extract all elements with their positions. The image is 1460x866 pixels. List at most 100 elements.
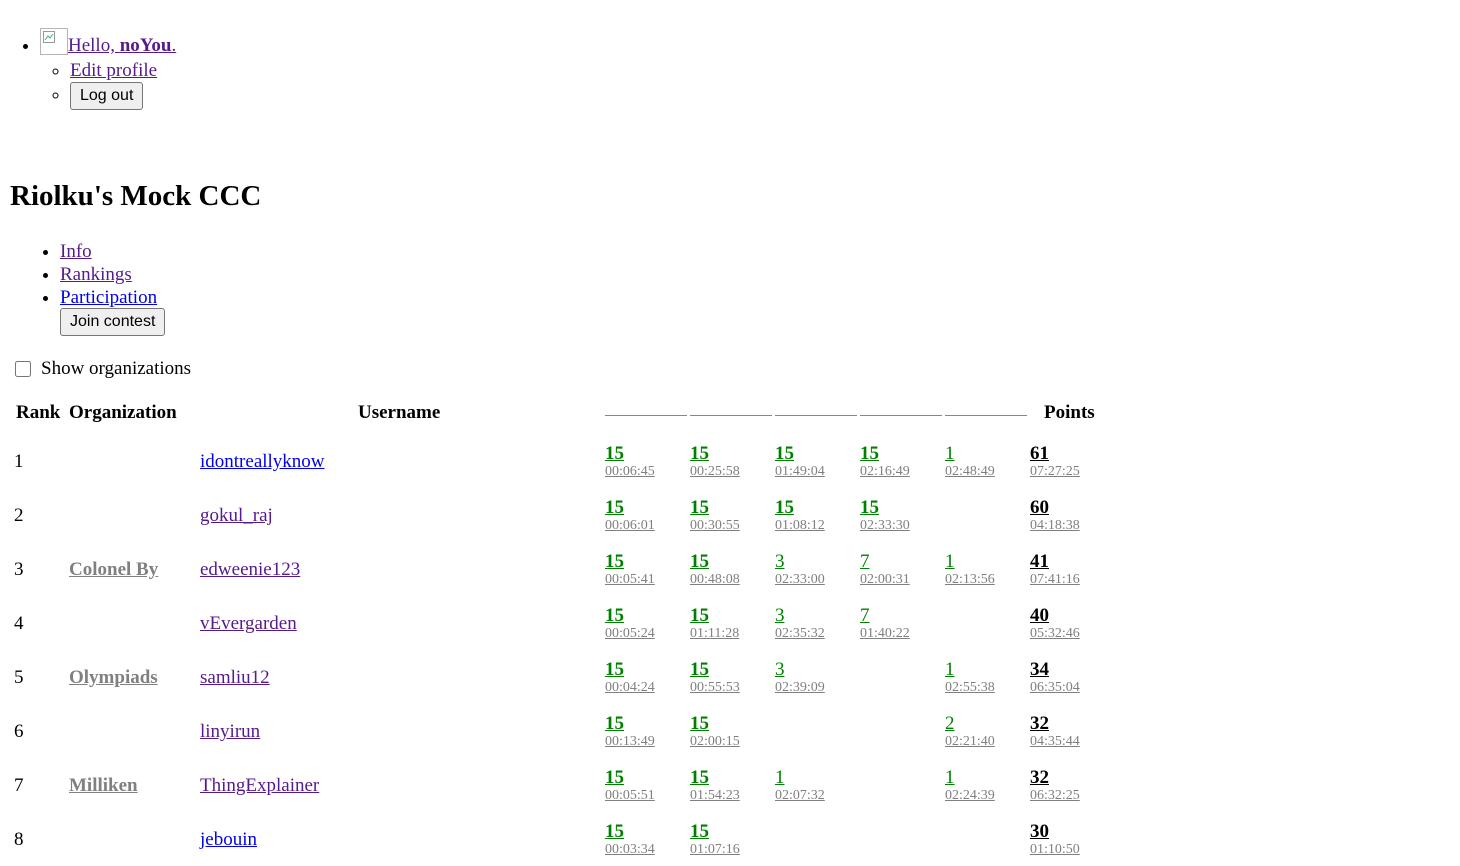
problem-score-cell: 3 02:35:32: [775, 606, 825, 643]
problem-score-link[interactable]: 15: [775, 498, 825, 517]
problem-time: 00:04:24: [605, 680, 655, 695]
problem-time: 00:06:01: [605, 518, 655, 533]
total-points-link[interactable]: 32: [1030, 768, 1080, 787]
problem-score-link[interactable]: 15: [690, 714, 740, 733]
problem-score-link[interactable]: 3: [775, 606, 825, 625]
problem-score-link[interactable]: 15: [605, 444, 655, 463]
problem-score-link[interactable]: 7: [860, 606, 910, 625]
organization-link[interactable]: Colonel By: [69, 559, 158, 581]
problem-score-cell: 15 01:08:12: [775, 498, 825, 535]
problem-score-link[interactable]: 15: [690, 822, 740, 841]
username-link[interactable]: ThingExplainer: [200, 775, 319, 797]
problem-score-cell: 15 02:00:15: [690, 714, 740, 751]
header-organization: Organization: [69, 402, 177, 423]
points-cell: 32 04:35:44: [1030, 714, 1080, 751]
points-cell: 41 07:41:16: [1030, 552, 1080, 589]
problem-score-cell: 15 00:05:41: [605, 552, 655, 589]
problem-time: 02:33:00: [775, 572, 825, 587]
username-link[interactable]: idontreallyknow: [200, 451, 325, 473]
problem-time: 00:05:24: [605, 626, 655, 641]
problem-score-link[interactable]: 15: [690, 552, 740, 571]
problem-time: 02:07:32: [775, 788, 825, 803]
problem-score-link[interactable]: 15: [605, 660, 655, 679]
problem-time: 02:00:15: [690, 734, 740, 749]
total-points-link[interactable]: 41: [1030, 552, 1080, 571]
problem-score-link[interactable]: 3: [775, 552, 825, 571]
problem-score-link[interactable]: 15: [690, 660, 740, 679]
problem-time: 01:11:28: [690, 626, 740, 641]
problem-score-link[interactable]: 15: [775, 444, 825, 463]
problem-score-link[interactable]: 7: [860, 552, 910, 571]
points-cell: 34 06:35:04: [1030, 660, 1080, 697]
total-points-link[interactable]: 61: [1030, 444, 1080, 463]
problem-score-cell: 15 00:48:08: [690, 552, 740, 589]
username-link[interactable]: edweenie123: [200, 559, 300, 581]
problem-header-link[interactable]: [775, 415, 857, 416]
problem-header-link[interactable]: [690, 415, 772, 416]
problem-score-link[interactable]: 15: [605, 552, 655, 571]
problem-score-link[interactable]: 15: [605, 714, 655, 733]
problem-score-link[interactable]: 1: [775, 768, 825, 787]
problem-score-link[interactable]: 15: [690, 498, 740, 517]
problem-score-cell: 15 00:04:24: [605, 660, 655, 697]
problem-header-link[interactable]: [945, 415, 1027, 416]
problem-score-cell: 15 01:07:16: [690, 822, 740, 859]
problem-score-cell: 1 02:13:56: [945, 552, 995, 589]
problem-header-link[interactable]: [605, 415, 687, 416]
problem-time: 02:39:09: [775, 680, 825, 695]
username-link[interactable]: jebouin: [200, 829, 257, 851]
points-cell: 32 06:32:25: [1030, 768, 1080, 805]
rank-cell: 2: [14, 505, 24, 526]
problem-time: 01:54:23: [690, 788, 740, 803]
problem-time: 02:00:31: [860, 572, 910, 587]
problem-score-cell: 7 02:00:31: [860, 552, 910, 589]
organization-link[interactable]: Milliken: [69, 775, 138, 797]
problem-score-link[interactable]: 15: [605, 768, 655, 787]
total-points-link[interactable]: 60: [1030, 498, 1080, 517]
problem-score-link[interactable]: 15: [860, 444, 910, 463]
problem-score-cell: 15 00:55:53: [690, 660, 740, 697]
problem-score-cell: 3 02:33:00: [775, 552, 825, 589]
total-time: 06:35:04: [1030, 680, 1080, 695]
problem-score-cell: 15 01:11:28: [690, 606, 739, 643]
problem-score-link[interactable]: 15: [605, 606, 655, 625]
total-time: 06:32:25: [1030, 788, 1080, 803]
problem-score-link[interactable]: 3: [775, 660, 825, 679]
total-points-link[interactable]: 30: [1030, 822, 1080, 841]
problem-time: 01:40:22: [860, 626, 910, 641]
header-rank: Rank: [16, 402, 61, 423]
problem-score-cell: 1 02:24:39: [945, 768, 995, 805]
problem-score-link[interactable]: 1: [945, 552, 995, 571]
rank-cell: 5: [14, 667, 24, 688]
problem-time: 02:24:39: [945, 788, 995, 803]
problem-score-cell: 15 01:54:23: [690, 768, 740, 805]
problem-score-cell: 15 02:33:30: [860, 498, 910, 535]
problem-time: 02:33:30: [860, 518, 910, 533]
username-link[interactable]: linyirun: [200, 721, 260, 743]
username-link[interactable]: gokul_raj: [200, 505, 273, 527]
total-points-link[interactable]: 40: [1030, 606, 1080, 625]
points-cell: 60 04:18:38: [1030, 498, 1080, 535]
problem-score-link[interactable]: 15: [860, 498, 910, 517]
problem-score-link[interactable]: 15: [605, 498, 655, 517]
problem-score-cell: 1 02:07:32: [775, 768, 825, 805]
problem-score-link[interactable]: 15: [605, 822, 655, 841]
organization-link[interactable]: Olympiads: [69, 667, 158, 689]
problem-score-link[interactable]: 2: [945, 714, 995, 733]
rankings-table: Rank Organization Username Points 1 idont…: [0, 0, 1460, 866]
username-link[interactable]: vEvergarden: [200, 613, 297, 635]
problem-score-link[interactable]: 15: [690, 768, 740, 787]
problem-time: 00:55:53: [690, 680, 740, 695]
problem-header-link[interactable]: [860, 415, 942, 416]
problem-time: 01:49:04: [775, 464, 825, 479]
problem-score-link[interactable]: 15: [690, 444, 740, 463]
total-points-link[interactable]: 34: [1030, 660, 1080, 679]
problem-score-link[interactable]: 1: [945, 444, 995, 463]
problem-score-cell: 15 00:06:01: [605, 498, 655, 535]
problem-score-link[interactable]: 15: [690, 606, 739, 625]
problem-score-link[interactable]: 1: [945, 768, 995, 787]
username-link[interactable]: samliu12: [200, 667, 270, 689]
problem-score-link[interactable]: 1: [945, 660, 995, 679]
total-time: 05:32:46: [1030, 626, 1080, 641]
total-points-link[interactable]: 32: [1030, 714, 1080, 733]
